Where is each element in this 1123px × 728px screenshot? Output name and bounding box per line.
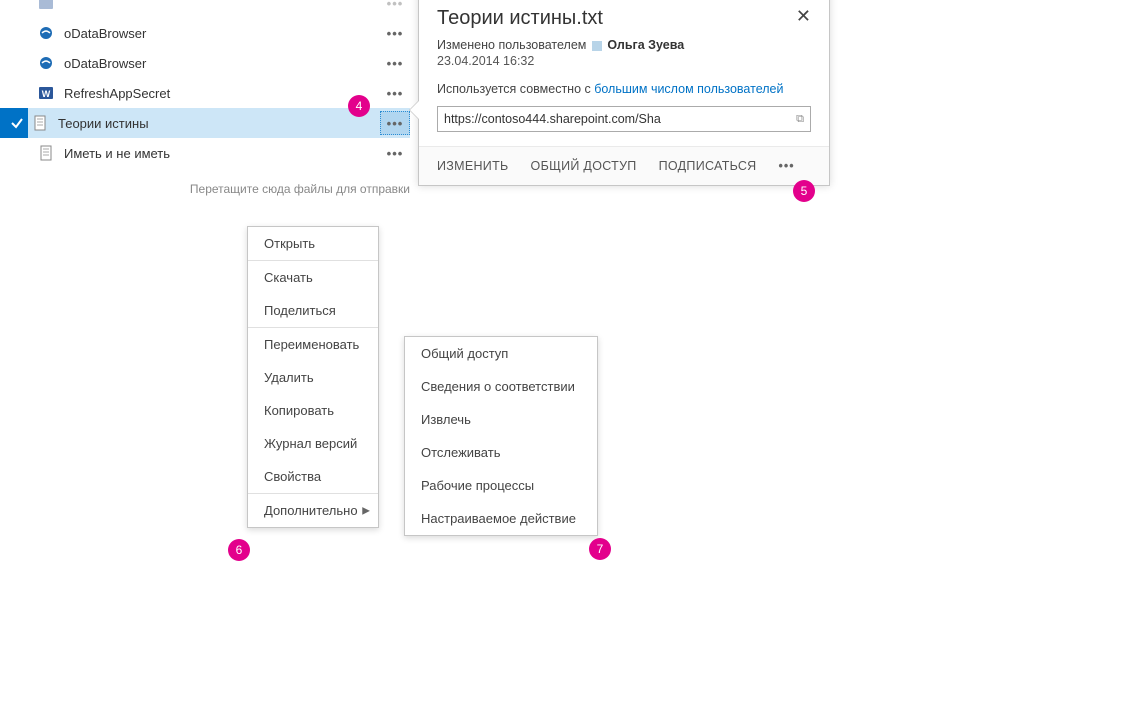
- callout-title: Теории истины.txt: [437, 7, 603, 30]
- submenu-share[interactable]: Общий доступ: [405, 337, 597, 370]
- file-name[interactable]: RefreshAppSecret: [58, 86, 380, 101]
- ie-icon: [34, 25, 58, 41]
- footer-ellipsis-icon[interactable]: •••: [779, 159, 795, 173]
- file-type-icon: [34, 0, 58, 11]
- submenu-compliance[interactable]: Сведения о соответствии: [405, 370, 597, 403]
- menu-copy[interactable]: Копировать: [248, 394, 378, 427]
- submenu-follow[interactable]: Отслеживать: [405, 436, 597, 469]
- follow-button[interactable]: ПОДПИСАТЬСЯ: [659, 159, 757, 173]
- share-button[interactable]: ОБЩИЙ ДОСТУП: [531, 159, 637, 173]
- file-name[interactable]: Иметь и не иметь: [58, 146, 380, 161]
- user-name[interactable]: Ольга Зуева: [607, 38, 684, 52]
- ie-icon: [34, 55, 58, 71]
- modified-by-line: Изменено пользователем Ольга Зуева: [437, 38, 811, 52]
- file-name[interactable]: oDataBrowser: [58, 56, 380, 71]
- annotation-badge-7: 7: [589, 538, 611, 560]
- context-menu-advanced: Общий доступ Сведения о соответствии Изв…: [404, 336, 598, 536]
- menu-advanced-label: Дополнительно: [264, 503, 358, 518]
- sharing-info: Используется совместно с большим числом …: [437, 82, 811, 96]
- url-field[interactable]: ⧉: [437, 106, 811, 132]
- file-name[interactable]: [58, 0, 380, 11]
- file-callout: Теории истины.txt ✕ Изменено пользовател…: [418, 0, 830, 186]
- file-row[interactable]: Иметь и не иметь •••: [0, 138, 410, 168]
- menu-download[interactable]: Скачать: [248, 261, 378, 294]
- modified-prefix: Изменено пользователем: [437, 38, 586, 52]
- share-prefix: Используется совместно с: [437, 82, 594, 96]
- menu-version-history[interactable]: Журнал версий: [248, 427, 378, 460]
- menu-rename[interactable]: Переименовать: [248, 328, 378, 361]
- annotation-badge-4: 4: [348, 95, 370, 117]
- menu-properties[interactable]: Свойства: [248, 460, 378, 493]
- row-check-checked[interactable]: [0, 108, 28, 138]
- annotation-badge-6: 6: [228, 539, 250, 561]
- file-name[interactable]: Теории истины: [52, 116, 380, 131]
- file-row[interactable]: oDataBrowser •••: [0, 48, 410, 78]
- callout-arrow: [410, 101, 419, 119]
- word-icon: W: [34, 85, 58, 101]
- menu-advanced[interactable]: Дополнительно ▶: [248, 494, 378, 527]
- row-ellipsis-icon[interactable]: •••: [380, 146, 410, 161]
- modified-timestamp: 23.04.2014 16:32: [437, 54, 811, 68]
- row-ellipsis-icon[interactable]: •••: [380, 56, 410, 71]
- text-file-icon: [28, 115, 52, 131]
- context-menu-primary: Открыть Скачать Поделиться Переименовать…: [247, 226, 379, 528]
- submenu-checkout[interactable]: Извлечь: [405, 403, 597, 436]
- submenu-custom-action[interactable]: Настраиваемое действие: [405, 502, 597, 535]
- svg-text:W: W: [42, 89, 51, 99]
- row-ellipsis-icon[interactable]: •••: [380, 111, 410, 135]
- menu-open[interactable]: Открыть: [248, 227, 378, 260]
- chevron-right-icon: ▶: [362, 505, 370, 516]
- share-users-link[interactable]: большим числом пользователей: [594, 82, 783, 96]
- presence-icon: [592, 41, 602, 51]
- close-icon[interactable]: ✕: [796, 7, 811, 25]
- url-popout-icon[interactable]: ⧉: [790, 113, 810, 126]
- file-list: ••• oDataBrowser ••• oDataBrowser ••• W …: [0, 0, 410, 168]
- text-file-icon: [34, 145, 58, 161]
- edit-button[interactable]: ИЗМЕНИТЬ: [437, 159, 509, 173]
- file-row[interactable]: oDataBrowser •••: [0, 18, 410, 48]
- file-row-selected[interactable]: Теории истины •••: [0, 108, 410, 138]
- menu-share[interactable]: Поделиться: [248, 294, 378, 327]
- drop-zone-hint: Перетащите сюда файлы для отправки: [0, 168, 410, 196]
- url-input[interactable]: [438, 112, 790, 126]
- row-ellipsis-icon[interactable]: •••: [380, 86, 410, 101]
- annotation-badge-5: 5: [793, 180, 815, 202]
- row-ellipsis-icon[interactable]: •••: [380, 0, 410, 11]
- file-row[interactable]: •••: [0, 0, 410, 18]
- callout-footer: ИЗМЕНИТЬ ОБЩИЙ ДОСТУП ПОДПИСАТЬСЯ •••: [419, 146, 829, 185]
- submenu-workflows[interactable]: Рабочие процессы: [405, 469, 597, 502]
- row-ellipsis-icon[interactable]: •••: [380, 26, 410, 41]
- menu-delete[interactable]: Удалить: [248, 361, 378, 394]
- file-name[interactable]: oDataBrowser: [58, 26, 380, 41]
